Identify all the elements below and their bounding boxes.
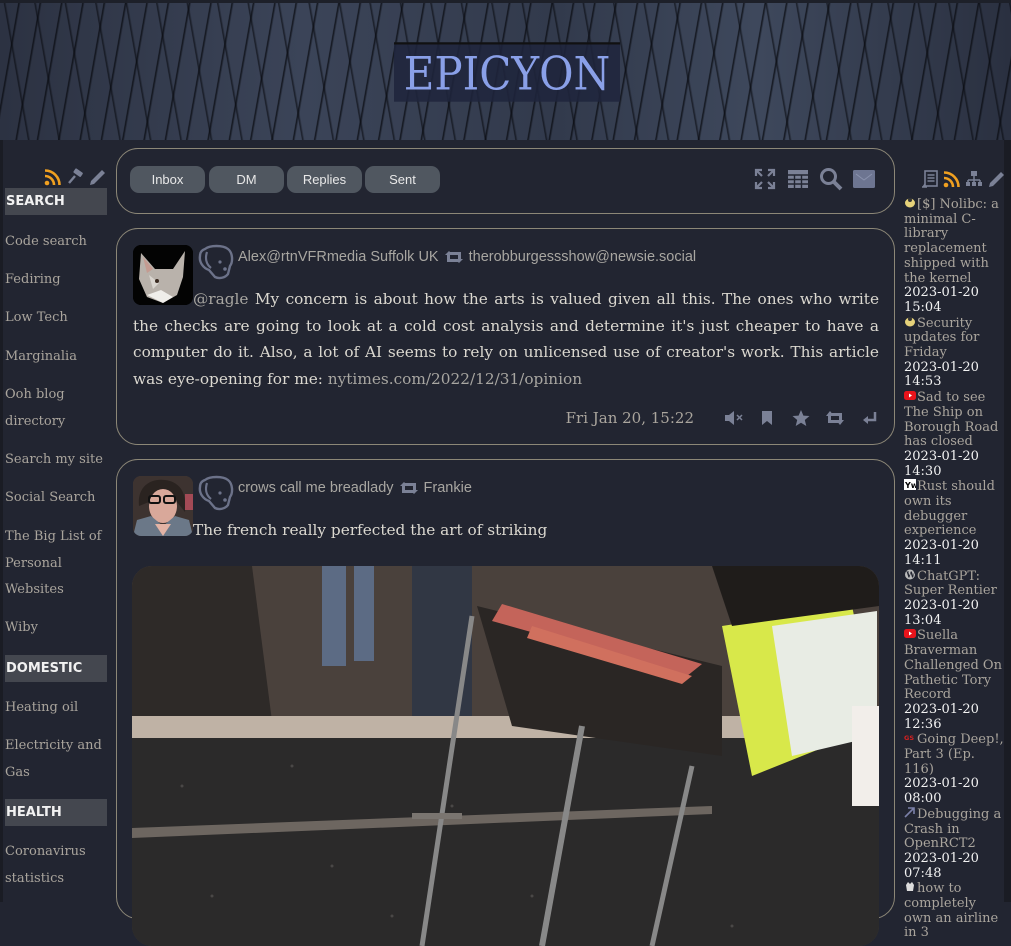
newswire-item[interactable]: [$] Nolibc: a minimal C-library replacem…	[904, 197, 1004, 316]
bookmark-icon[interactable]	[757, 409, 777, 427]
sidebar-link-low-tech[interactable]: Low Tech	[5, 305, 111, 332]
rss-icon[interactable]	[943, 170, 961, 188]
tab-dm[interactable]: DM	[209, 166, 284, 193]
newswire-list: [$] Nolibc: a minimal C-library replacem…	[904, 197, 1004, 941]
youtube-icon	[904, 391, 916, 401]
post-header: crows call me breadlady Frankie	[238, 480, 472, 496]
boost-icon	[444, 251, 463, 263]
tab-sent[interactable]: Sent	[365, 166, 440, 193]
boosted-from[interactable]: therobburgessshow@newsie.social	[469, 249, 697, 265]
sidebar-link-fediring[interactable]: Fediring	[5, 267, 111, 294]
gs-site-icon: GS	[904, 734, 914, 742]
paint-roller-icon[interactable]	[66, 168, 84, 186]
lwn-penguin-icon	[905, 316, 915, 327]
tab-inbox[interactable]: Inbox	[130, 166, 205, 193]
pencil-icon[interactable]	[987, 170, 1005, 188]
sidebar-link-coronavirus[interactable]: Coronavirus statistics	[5, 839, 95, 892]
banner-top-strip	[0, 0, 1011, 3]
right-edge	[1004, 140, 1011, 902]
boost-icon[interactable]	[825, 409, 845, 427]
article-link[interactable]: nytimes.com/2022/12/31/opinion	[328, 370, 582, 388]
sidebar-header-search: SEARCH	[5, 188, 107, 215]
left-sidebar-icons	[44, 168, 106, 186]
reply-icon[interactable]	[859, 409, 879, 427]
sidebar-link-ooh-blog-directory[interactable]: Ooh blog directory	[5, 382, 95, 435]
boost-icon	[399, 482, 418, 494]
newswire-icon[interactable]	[921, 170, 939, 188]
post-content: @ragle My concern is about how the arts …	[133, 286, 879, 392]
pencil-icon[interactable]	[88, 168, 106, 186]
post-timestamp[interactable]: Fri Jan 20, 15:22	[566, 409, 694, 427]
post-author[interactable]: crows call me breadlady	[238, 480, 394, 496]
post-author[interactable]: Alex@rtnVFRmedia Suffolk UK	[238, 249, 439, 265]
post-footer: Fri Jan 20, 15:22	[566, 409, 886, 427]
search-icon[interactable]	[819, 167, 843, 191]
avatar-person-image	[133, 476, 193, 536]
calendar-icon[interactable]	[786, 167, 810, 191]
svg-text:Yw: Yw	[904, 481, 916, 490]
like-star-icon[interactable]	[791, 409, 811, 427]
newswire-item[interactable]: how to completely own an airline in 3	[904, 881, 1004, 941]
dog-avatar-icon[interactable]	[197, 244, 235, 280]
site-logo[interactable]: EPICYON	[394, 42, 620, 102]
hand-site-icon	[906, 882, 914, 892]
site-banner: EPICYON	[0, 0, 1011, 140]
sidebar-link-social-search[interactable]: Social Search	[5, 485, 111, 512]
sidebar-link-big-list[interactable]: The Big List of Personal Websites	[5, 524, 105, 604]
newswire-item[interactable]: Debugging a Crash in OpenRCT2 2023-01-20…	[904, 807, 1004, 882]
bbq-photo	[132, 566, 879, 946]
svg-text:GS: GS	[904, 734, 914, 742]
youtube-icon	[904, 629, 916, 639]
sidebar-link-wiby[interactable]: Wiby	[5, 615, 111, 642]
post-card: crows call me breadlady Frankie The fren…	[116, 459, 895, 946]
sidebar-link-electricity-gas[interactable]: Electricity and Gas	[5, 733, 105, 786]
lwn-penguin-icon	[905, 198, 915, 208]
newswire-item[interactable]: W ChatGPT: Super Rentier 2023-01-20 13:04	[904, 569, 1004, 629]
right-sidebar-icons	[921, 170, 1005, 188]
newswire-item[interactable]: Security updates for Friday 2023-01-20 1…	[904, 316, 1004, 391]
tab-replies[interactable]: Replies	[287, 166, 362, 193]
dog-avatar-icon[interactable]	[197, 475, 235, 511]
newswire-item[interactable]: Sad to see The Ship on Borough Road has …	[904, 390, 1004, 479]
right-sidebar-newswire: [$] Nolibc: a minimal C-library replacem…	[895, 140, 1011, 940]
post-body: The french really perfected the art of s…	[193, 521, 548, 539]
newswire-item[interactable]: Suella Braverman Challenged On Pathetic …	[904, 628, 1004, 732]
arrow-site-icon	[904, 807, 915, 818]
yw-site-icon: Yw	[904, 479, 916, 491]
sidebar-link-search-my-site[interactable]: Search my site	[5, 447, 111, 474]
left-edge	[0, 140, 3, 902]
sidebar-header-domestic: DOMESTIC	[5, 655, 107, 682]
fullscreen-icon[interactable]	[753, 167, 777, 191]
sidebar-link-marginalia[interactable]: Marginalia	[5, 344, 111, 371]
left-sidebar: SEARCH Code search Fediring Low Tech Mar…	[0, 140, 112, 902]
sidebar-link-heating-oil[interactable]: Heating oil	[5, 695, 111, 722]
post-header: Alex@rtnVFRmedia Suffolk UK therobburges…	[238, 249, 696, 265]
new-post-icon[interactable]	[852, 167, 876, 191]
newswire-item[interactable]: Yw Rust should own its debugger experienc…	[904, 479, 1004, 568]
rss-icon[interactable]	[44, 168, 62, 186]
mention-link[interactable]: @ragle	[193, 290, 248, 308]
post-attached-image[interactable]	[132, 566, 879, 946]
svg-text:W: W	[905, 569, 916, 579]
post-card: Alex@rtnVFRmedia Suffolk UK therobburges…	[116, 228, 895, 445]
newswire-item[interactable]: GS Going Deep!, Part 3 (Ep. 116) 2023-01-…	[904, 732, 1004, 807]
mute-icon[interactable]	[723, 409, 743, 427]
boosted-from[interactable]: Frankie	[424, 480, 472, 496]
avatar[interactable]	[133, 476, 193, 536]
sidebar-header-health: HEALTH	[5, 799, 107, 826]
wordpress-icon: W	[905, 569, 916, 580]
timeline-toolbar: Inbox DM Replies Sent	[116, 148, 895, 214]
network-icon[interactable]	[965, 170, 983, 188]
sidebar-link-code-search[interactable]: Code search	[5, 229, 111, 256]
